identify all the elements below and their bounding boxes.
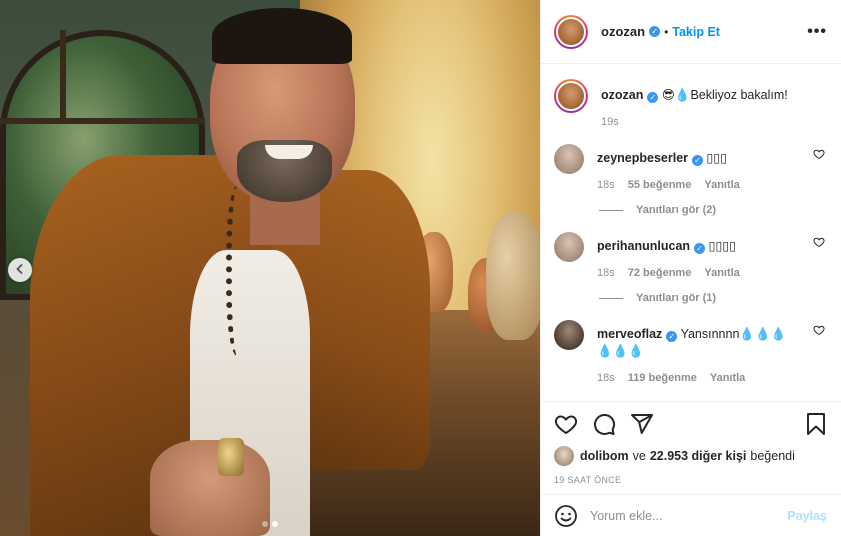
view-replies-label: Yanıtları gör (1)	[636, 292, 717, 304]
post-panel: ozozan ✓ • Takip Et ••• ozozan ✓ 😎💧Bekliy…	[540, 0, 841, 536]
comment-item: zeynepbeserler ✓ ▯▯▯ 18s 55 beğenme Yanıt…	[554, 144, 827, 191]
comment-item: merveoflaz ✓ Yansınnnn💧💧💧 💧💧💧 18s 119 beğ…	[554, 320, 827, 384]
comment-like-heart-icon[interactable]	[813, 148, 825, 160]
author-username[interactable]: ozozan	[601, 24, 645, 39]
caption-meta: 19s	[601, 116, 827, 128]
instagram-post: ozozan ✓ • Takip Et ••• ozozan ✓ 😎💧Bekliy…	[0, 0, 841, 536]
caption-time[interactable]: 19s	[601, 116, 619, 128]
avatar[interactable]	[554, 144, 584, 174]
comment-time[interactable]: 18s	[597, 179, 615, 191]
comment-like-heart-icon[interactable]	[813, 324, 825, 336]
action-bar: dolibom ve 22.953 diğer kişi beğendi 19 …	[541, 401, 841, 485]
verified-badge-icon: ✓	[692, 155, 704, 166]
comment-meta: 18s 119 beğenme Yanıtla	[597, 372, 827, 384]
comment-input[interactable]	[590, 508, 788, 523]
comment-body: merveoflaz ✓ Yansınnnn💧💧💧 💧💧💧 18s 119 beğ…	[597, 320, 827, 384]
comment-list[interactable]: ozozan ✓ 😎💧Bekliyoz bakalım! 19s zeynepbe…	[541, 65, 841, 401]
verified-badge-icon: ✓	[647, 92, 659, 103]
droplet-emoji: 💧💧💧	[739, 327, 787, 341]
carousel-prev-button[interactable]	[8, 258, 32, 282]
comment-time[interactable]: 18s	[597, 267, 615, 279]
follow-button[interactable]: Takip Et	[672, 25, 720, 39]
comment-text: ▯▯▯▯	[708, 239, 737, 253]
reply-button[interactable]: Yanıtla	[704, 179, 739, 191]
comment-meta: 18s 55 beğenme Yanıtla	[597, 179, 827, 191]
droplet-emoji: 💧💧💧	[597, 344, 644, 358]
comment-body: zeynepbeserler ✓ ▯▯▯ 18s 55 beğenme Yanıt…	[597, 144, 827, 191]
avatar[interactable]	[556, 16, 586, 47]
comment-text-line: merveoflaz ✓ Yansınnnn💧💧💧 💧💧💧	[597, 326, 827, 360]
heart-icon[interactable]	[554, 412, 578, 436]
view-replies-label: Yanıtları gör (2)	[636, 204, 717, 216]
smile	[265, 145, 313, 159]
comment-likes[interactable]: 119 beğenme	[628, 372, 697, 384]
hair	[212, 8, 352, 64]
post-photo[interactable]	[0, 0, 540, 536]
verified-badge-icon: ✓	[694, 243, 706, 254]
comment-text: ▯▯▯	[706, 151, 728, 165]
likes-connector: ve	[632, 449, 646, 463]
caption-text: 😎💧Bekliyoz bakalım!	[661, 88, 788, 102]
comment-text-line: perihanunlucan ✓ ▯▯▯▯	[597, 238, 827, 255]
comment-icon[interactable]	[592, 412, 616, 436]
wristwatch	[218, 438, 244, 476]
caption-username[interactable]: ozozan	[601, 88, 643, 102]
more-horizontal-icon[interactable]: •••	[807, 23, 827, 41]
action-icons	[554, 410, 828, 438]
comment-meta: 18s 72 beğenme Yanıtla	[597, 267, 827, 279]
person	[30, 0, 430, 536]
comment-time[interactable]: 18s	[597, 372, 615, 384]
comment-body: perihanunlucan ✓ ▯▯▯▯ 18s 72 beğenme Yanı…	[597, 232, 827, 279]
comment-likes[interactable]: 55 beğenme	[628, 179, 692, 191]
smiley-icon[interactable]	[554, 504, 578, 528]
carousel-dot-active	[272, 521, 278, 527]
avatar[interactable]	[554, 232, 584, 262]
reply-button[interactable]: Yanıtla	[704, 267, 739, 279]
post-comment-button[interactable]: Paylaş	[787, 509, 827, 523]
carousel-indicator	[262, 521, 278, 527]
likes-suffix: beğendi	[750, 449, 795, 463]
bead-necklace	[226, 186, 254, 356]
post-time-ago[interactable]: 19 SAAT ÖNCE	[554, 475, 828, 485]
chevron-left-icon	[14, 263, 26, 278]
avatar[interactable]	[556, 81, 586, 111]
view-replies-button[interactable]: Yanıtları gör (2)	[599, 204, 827, 216]
carousel-dot	[262, 521, 268, 527]
comment-username[interactable]: merveoflaz	[597, 327, 662, 341]
liker-avatar[interactable]	[554, 446, 574, 466]
post-header: ozozan ✓ • Takip Et •••	[541, 0, 841, 64]
comment-username[interactable]: zeynepbeserler	[597, 151, 688, 165]
replies-line	[599, 209, 623, 211]
caption-text-line: ozozan ✓ 😎💧Bekliyoz bakalım!	[601, 87, 827, 104]
caption: ozozan ✓ 😎💧Bekliyoz bakalım! 19s	[554, 79, 827, 128]
story-ring[interactable]	[554, 79, 588, 113]
hand	[150, 440, 270, 536]
add-comment-bar: Paylaş	[541, 494, 841, 536]
comment-likes[interactable]: 72 beğenme	[628, 267, 692, 279]
view-replies-button[interactable]: Yanıtları gör (1)	[599, 292, 827, 304]
likes-summary: dolibom ve 22.953 diğer kişi beğendi	[554, 446, 828, 466]
story-ring[interactable]	[554, 14, 588, 49]
separator: •	[664, 24, 669, 39]
verified-badge-icon: ✓	[649, 26, 661, 37]
send-icon[interactable]	[630, 412, 654, 436]
caption-body: ozozan ✓ 😎💧Bekliyoz bakalım! 19s	[601, 79, 827, 128]
comment-text: Yansınnnn	[680, 327, 740, 341]
bookmark-icon[interactable]	[804, 412, 828, 436]
liker-username[interactable]: dolibom	[580, 449, 629, 463]
reply-button[interactable]: Yanıtla	[710, 372, 745, 384]
comment-text-line: zeynepbeserler ✓ ▯▯▯	[597, 150, 827, 167]
replies-line	[599, 297, 623, 299]
likes-others[interactable]: 22.953 diğer kişi	[650, 449, 747, 463]
avatar[interactable]	[554, 320, 584, 350]
clay-jug	[486, 212, 540, 340]
comment-username[interactable]: perihanunlucan	[597, 239, 690, 253]
comment-item: perihanunlucan ✓ ▯▯▯▯ 18s 72 beğenme Yanı…	[554, 232, 827, 279]
verified-badge-icon: ✓	[666, 331, 678, 342]
comment-like-heart-icon[interactable]	[813, 236, 825, 248]
